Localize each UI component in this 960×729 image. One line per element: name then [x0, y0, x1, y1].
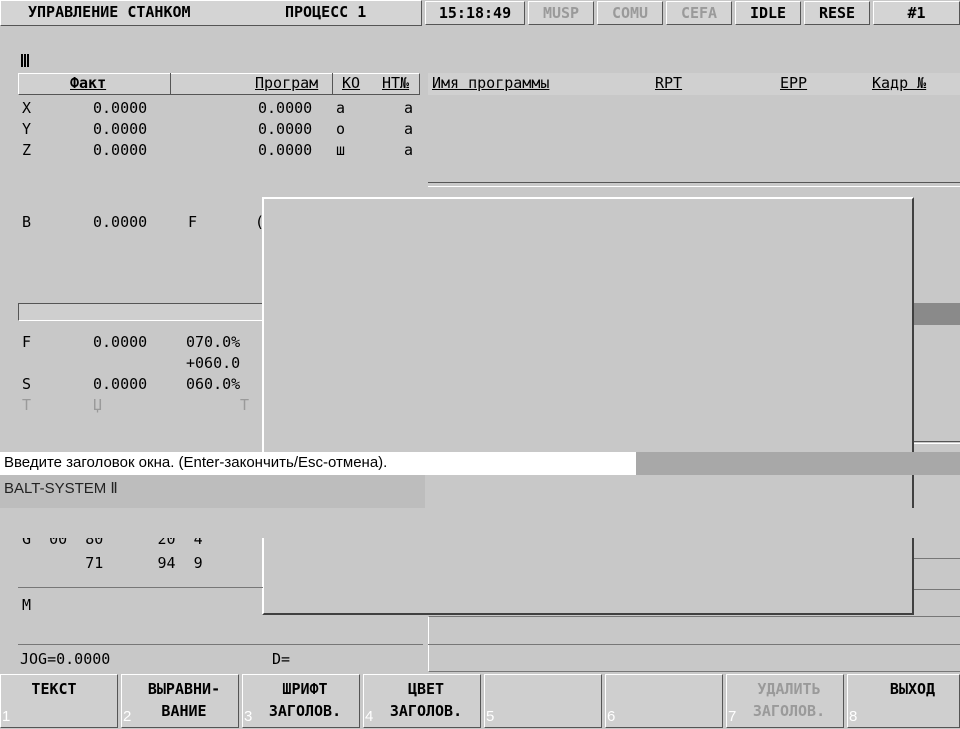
fkey-5-empty[interactable]: 5	[484, 674, 602, 728]
status-idle: IDLE	[735, 1, 801, 25]
g-codes-row-1: G 00 80 20 4	[22, 538, 203, 547]
axis-x-ntn: a	[404, 99, 414, 117]
fkey-4-number: 4	[365, 708, 374, 725]
col-divider-1	[170, 73, 171, 95]
status-musp: MUSP	[528, 1, 594, 25]
program-divider	[910, 441, 960, 444]
jog-value: JOG=0.0000	[20, 650, 111, 668]
feed-value: 0.0000	[93, 333, 148, 351]
axis-x-prog: 0.0000	[258, 99, 313, 117]
axis-z-ko: ш	[336, 141, 346, 159]
axis-y-prog: 0.0000	[258, 120, 313, 138]
axis-z-fact: 0.0000	[93, 141, 148, 159]
axis-x-label: X	[22, 99, 32, 117]
axis-y-ntn: a	[404, 120, 414, 138]
fkey-7-label: УДАЛИТЬ ЗАГОЛОВ.	[752, 680, 826, 720]
col-program: Програм	[255, 74, 319, 92]
status-cefa: CEFA	[666, 1, 732, 25]
fkey-2-number: 2	[123, 708, 132, 725]
clock: 15:18:49	[425, 1, 525, 25]
fkey-1-text[interactable]: 1 ТЕКСТ	[0, 674, 118, 728]
fkey-1-label: ТЕКСТ	[31, 680, 77, 698]
channel-number: #1	[873, 1, 960, 25]
axis-b-extra: F	[188, 213, 198, 231]
axis-y-fact: 0.0000	[93, 120, 148, 138]
prompt-text: Введите заголовок окна. (Enter-закончить…	[4, 454, 388, 471]
fkey-3-title-font[interactable]: 3 ШРИФТ ЗАГОЛОВ.	[242, 674, 360, 728]
spindle-value: 0.0000	[93, 375, 148, 393]
axis-b-label: B	[22, 213, 32, 231]
tool-mid: Џ	[93, 396, 103, 414]
fkey-2-label: ВЫРАВНИ- ВАНИЕ	[147, 680, 221, 720]
feed-percent: 070.0%	[186, 333, 241, 351]
fkey-4-title-color[interactable]: 4 ЦВЕТ ЗАГОЛОВ.	[363, 674, 481, 728]
right-column-mid	[428, 644, 960, 645]
axis-y-ko: o	[336, 120, 346, 138]
fkey-8-number: 8	[849, 708, 858, 725]
spindle-label: S	[22, 375, 32, 393]
feed-label: F	[22, 333, 32, 351]
command-strip[interactable]	[0, 27, 960, 69]
program-list-box	[428, 186, 960, 187]
axis-x-fact: 0.0000	[93, 99, 148, 117]
fkey-4-label: ЦВЕТ ЗАГОЛОВ.	[389, 680, 463, 720]
fkey-2-align[interactable]: 2 ВЫРАВНИ- ВАНИЕ	[121, 674, 239, 728]
fkey-7-number: 7	[728, 708, 737, 725]
axis-y-label: Y	[22, 120, 32, 138]
col-ntn: НТ№	[382, 74, 410, 92]
status-comu: COMU	[597, 1, 663, 25]
process-label: ПРОЦЕСС 1	[285, 3, 367, 21]
g-codes-row-2: 71 94 9	[22, 554, 203, 572]
status-rese: RESE	[804, 1, 870, 25]
program-progress-bar	[910, 303, 960, 325]
program-info-box	[428, 96, 960, 183]
m-row-line	[18, 644, 423, 645]
axis-x-ko: a	[336, 99, 346, 117]
axes-separator	[18, 303, 263, 321]
prompt-bar-tail	[636, 452, 960, 475]
feed-offset: +060.0	[186, 354, 241, 372]
window-title: УПРАВЛЕНИЕ СТАНКОМ	[28, 3, 191, 21]
tool-right: T	[240, 396, 250, 414]
text-cursor	[21, 54, 30, 67]
fkey-3-number: 3	[244, 708, 253, 725]
col-rpt: RPT	[655, 74, 683, 92]
m-codes-label: M	[22, 596, 32, 614]
fkey-7-delete-title[interactable]: 7 УДАЛИТЬ ЗАГОЛОВ.	[726, 674, 844, 728]
d-value: D=	[272, 650, 291, 668]
spindle-percent: 060.0%	[186, 375, 241, 393]
fkey-6-number: 6	[607, 708, 616, 725]
tool-label: T	[22, 396, 32, 414]
col-program-name: Имя программы	[432, 74, 550, 92]
axis-b-fact: 0.0000	[93, 213, 148, 231]
input-area-rest	[0, 508, 960, 538]
right-panel-lines	[914, 558, 960, 590]
dialog-panel	[262, 197, 914, 615]
fkey-6-empty[interactable]: 6	[605, 674, 723, 728]
col-ko: КО	[342, 74, 361, 92]
title-input-value: BALT-SYSTEM Ⅱ	[4, 480, 118, 497]
col-frame-no: Кадр №	[872, 74, 927, 92]
fkey-1-number: 1	[2, 708, 11, 725]
col-epp: EPP	[780, 74, 808, 92]
fkey-5-number: 5	[486, 708, 495, 725]
axis-z-prog: 0.0000	[258, 141, 313, 159]
axis-z-label: Z	[22, 141, 32, 159]
col-fact: Факт	[70, 74, 107, 92]
fkey-3-label: ШРИФТ ЗАГОЛОВ.	[268, 680, 342, 720]
col-divider-2	[332, 73, 333, 95]
fkey-8-exit[interactable]: 8 ВЫХОД	[847, 674, 960, 728]
fkey-8-label: ВЫХОД	[889, 680, 936, 698]
axis-z-ntn: a	[404, 141, 414, 159]
g-codes-bottom-line	[18, 587, 263, 588]
